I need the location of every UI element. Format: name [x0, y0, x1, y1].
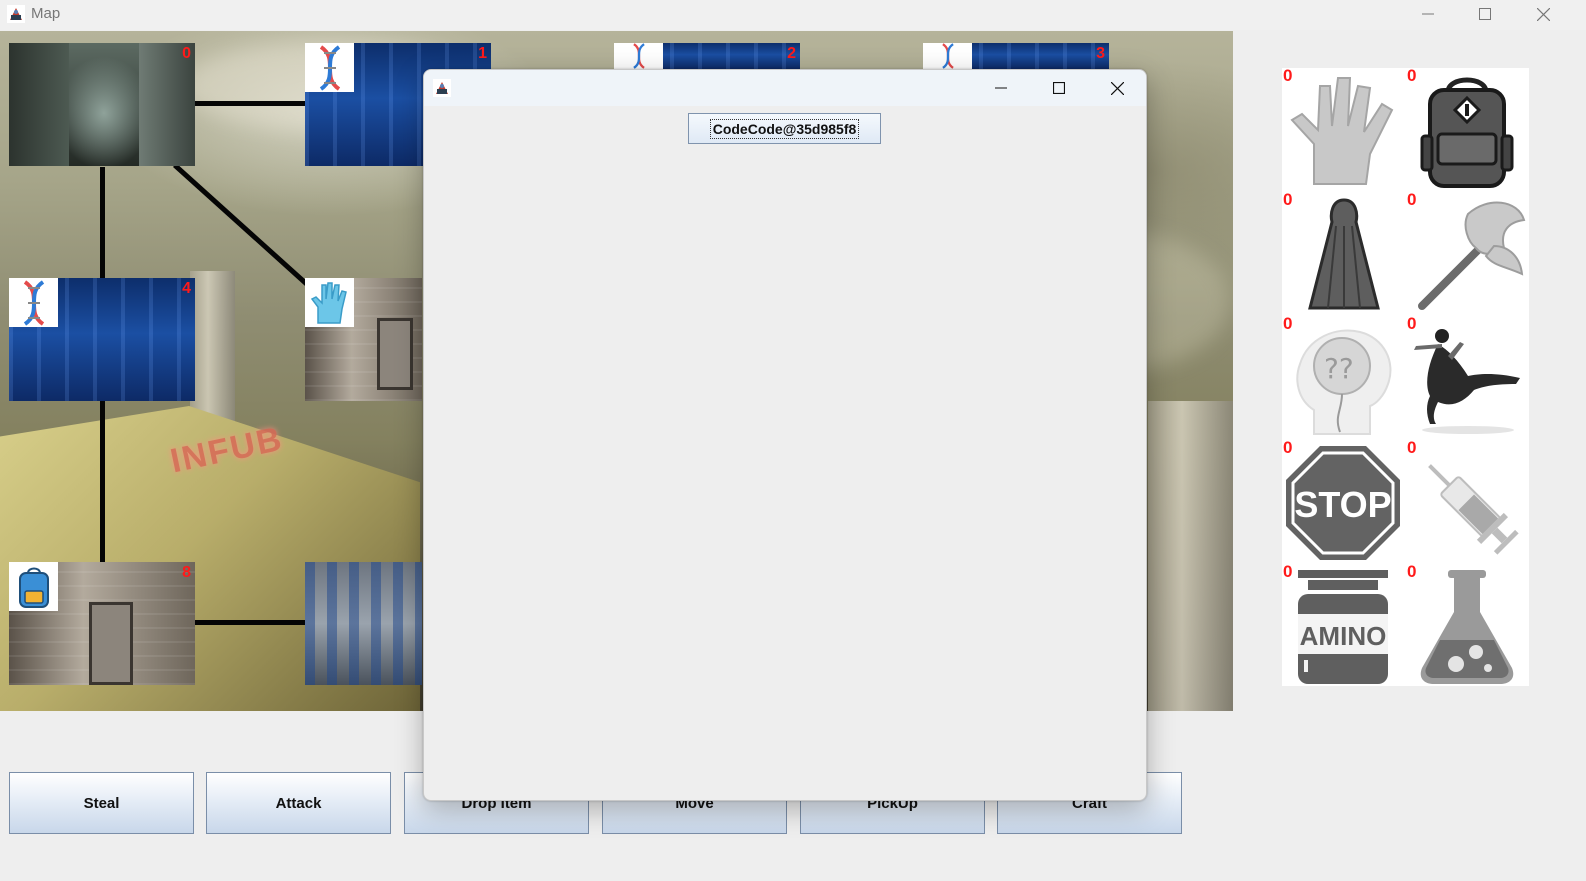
- item-count: 0: [1283, 190, 1293, 209]
- code-button-label: CodeCode@35d985f8: [709, 118, 860, 139]
- background-tower: [1148, 401, 1233, 711]
- confused-head-icon: ??: [1296, 329, 1392, 435]
- close-icon: [1110, 81, 1124, 95]
- inventory-slot-axe[interactable]: 0: [1406, 190, 1530, 316]
- syringe-icon: [1428, 464, 1519, 555]
- bunker-door: [89, 602, 133, 685]
- item-count: 0: [1407, 66, 1417, 85]
- room-number: 2: [787, 45, 796, 62]
- room-number: 0: [182, 45, 191, 62]
- room-number: 4: [182, 280, 191, 297]
- close-icon: [1536, 7, 1550, 21]
- maximize-icon: [1053, 82, 1065, 94]
- room-item-slot: [614, 43, 663, 69]
- dialog-close-button[interactable]: [1088, 70, 1146, 106]
- room-connector: [173, 163, 311, 288]
- amino-jar-label: AMINO: [1300, 621, 1387, 651]
- minimize-icon: [1422, 13, 1434, 15]
- map-room-4[interactable]: 4: [9, 278, 195, 401]
- map-room-8[interactable]: 8: [9, 562, 195, 685]
- stop-sign-label: STOP: [1294, 484, 1391, 525]
- dancer-icon: [1414, 329, 1520, 434]
- inventory-slot-stop[interactable]: STOP 0: [1282, 438, 1406, 564]
- dna-icon: [941, 43, 954, 69]
- room-item-slot: [9, 278, 58, 327]
- inventory-slot-amino[interactable]: AMINO 0: [1282, 562, 1406, 688]
- backpack-icon: [18, 567, 49, 608]
- flask-icon: [1420, 570, 1514, 684]
- map-room-9[interactable]: [305, 562, 422, 685]
- inventory-slot-flask[interactable]: 0: [1406, 562, 1530, 688]
- minimize-icon: [995, 87, 1007, 89]
- item-count: 0: [1283, 438, 1293, 457]
- room-item-slot: [305, 278, 354, 327]
- amino-jar-icon: AMINO: [1298, 570, 1388, 684]
- dna-icon: [319, 44, 340, 91]
- backpack-icon: [1420, 77, 1514, 188]
- steal-button[interactable]: Steal: [9, 772, 194, 834]
- item-count: 0: [1407, 438, 1417, 457]
- room-connector: [100, 167, 105, 278]
- room-item-slot: [923, 43, 972, 69]
- glove-icon: [310, 281, 347, 324]
- item-count: 0: [1283, 66, 1293, 85]
- item-count: 0: [1283, 314, 1293, 333]
- stop-sign-icon: STOP: [1286, 446, 1400, 560]
- map-room-0[interactable]: 0: [9, 43, 195, 166]
- room-number: 8: [182, 564, 191, 581]
- inventory-slot-cloak[interactable]: 0: [1282, 190, 1406, 316]
- room-item-slot: [9, 562, 58, 611]
- item-count: 0: [1407, 314, 1417, 333]
- dna-icon: [632, 43, 645, 69]
- room-connector: [194, 620, 306, 625]
- dna-icon: [23, 279, 44, 326]
- window-title: Map: [31, 5, 61, 22]
- code-dialog: CodeCode@35d985f8: [423, 69, 1147, 801]
- dialog-titlebar[interactable]: [424, 70, 1146, 106]
- inventory-slot-syringe[interactable]: 0: [1406, 438, 1530, 564]
- java-app-icon: [433, 79, 451, 97]
- room-number: 3: [1096, 45, 1105, 62]
- room-item-slot: [305, 43, 354, 92]
- map-room-3[interactable]: 3: [923, 43, 1109, 69]
- close-button[interactable]: [1514, 0, 1572, 28]
- dialog-minimize-button[interactable]: [972, 70, 1030, 106]
- cloak-icon: [1308, 198, 1380, 310]
- maximize-icon: [1479, 8, 1491, 20]
- map-room-5[interactable]: [305, 278, 422, 401]
- maximize-button[interactable]: [1456, 0, 1514, 28]
- room-connector: [194, 101, 306, 106]
- window-titlebar: Map: [0, 0, 1586, 30]
- inventory-slot-glove[interactable]: 0: [1282, 66, 1406, 192]
- dialog-maximize-button[interactable]: [1030, 70, 1088, 106]
- inventory-slot-dance[interactable]: 0: [1406, 314, 1530, 440]
- ruined-building: [9, 43, 69, 166]
- inventory-slot-forget[interactable]: ?? 0: [1282, 314, 1406, 440]
- attack-button[interactable]: Attack: [206, 772, 391, 834]
- item-count: 0: [1283, 562, 1293, 581]
- room-connector: [100, 400, 105, 564]
- code-button[interactable]: CodeCode@35d985f8: [688, 113, 881, 144]
- item-count: 0: [1407, 190, 1417, 209]
- java-app-icon: [7, 5, 25, 23]
- minimize-button[interactable]: [1399, 0, 1457, 28]
- glove-icon: [1290, 77, 1394, 185]
- bunker-door: [377, 318, 413, 390]
- inventory-panel: 0 0 0 0 ?? 0 0 STOP 0 0 AMINO 0 0: [1282, 66, 1530, 688]
- map-room-2[interactable]: 2: [614, 43, 800, 69]
- svg-text:??: ??: [1324, 352, 1354, 385]
- axe-icon: [1418, 201, 1526, 310]
- room-number: 1: [478, 45, 487, 62]
- inventory-slot-backpack[interactable]: 0: [1406, 66, 1530, 192]
- item-count: 0: [1407, 562, 1417, 581]
